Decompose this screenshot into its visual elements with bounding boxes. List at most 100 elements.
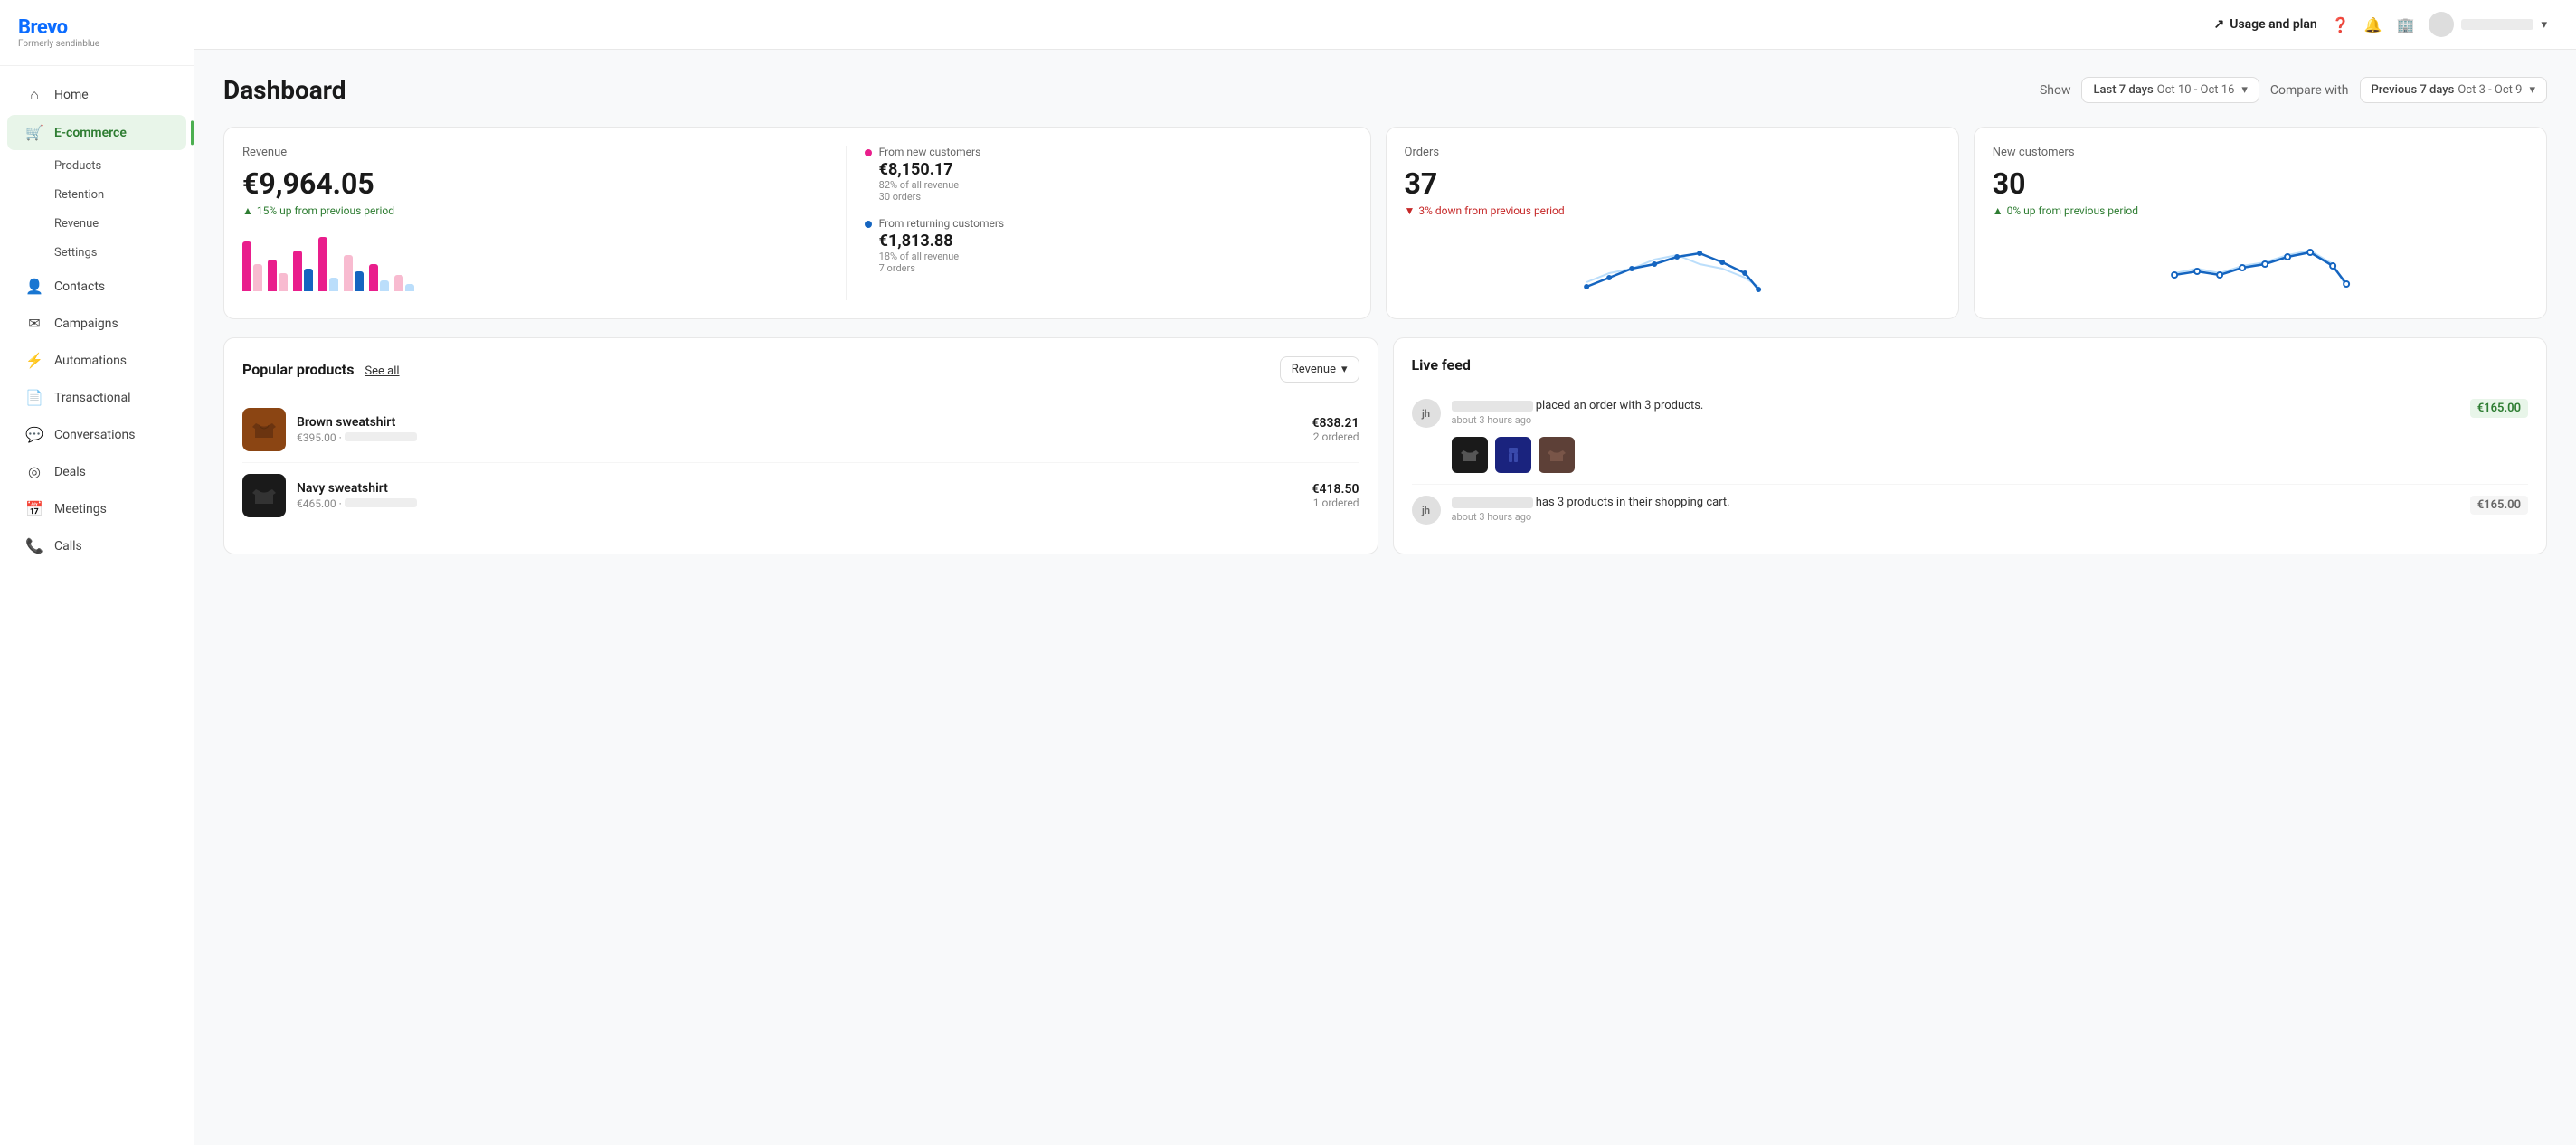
bar-light-pink (253, 264, 262, 291)
user-menu[interactable]: ▾ (2429, 12, 2547, 37)
product-image (242, 474, 286, 517)
calls-icon: 📞 (25, 537, 43, 554)
returning-customer-details: From returning customers €1,813.88 18% o… (879, 217, 1004, 274)
orders-card: Orders 37 ▼ 3% down from previous period (1386, 127, 1959, 319)
sidebar-item-ecommerce[interactable]: 🛒 E-commerce (7, 115, 186, 150)
username-blur (2461, 19, 2533, 30)
sidebar-subitem-products[interactable]: Products (7, 152, 186, 180)
revenue-change: ▲ 15% up from previous period (242, 204, 828, 217)
popular-products-card: Popular products See all Revenue ▾ (223, 337, 1378, 554)
see-all-link[interactable]: See all (365, 364, 399, 378)
compare-selector[interactable]: Previous 7 days Oct 3 - Oct 9 ▾ (2360, 77, 2548, 103)
sidebar-item-transactional[interactable]: 📄 Transactional (7, 380, 186, 415)
sidebar-subitem-settings[interactable]: Settings (7, 239, 186, 267)
sidebar: Brevo Formerly sendinblue ⌂ Home 🛒 E-com… (0, 0, 194, 1145)
sidebar-item-label: Deals (54, 465, 86, 479)
product-name: Navy sweatshirt (297, 481, 1302, 496)
meetings-icon: 📅 (25, 500, 43, 517)
ecommerce-icon: 🛒 (25, 124, 43, 141)
dashboard-header: Dashboard Show Last 7 days Oct 10 - Oct … (223, 75, 2547, 105)
blurred-sku (345, 432, 417, 441)
bar-group (293, 251, 313, 291)
bar-light-blue (405, 284, 414, 291)
sidebar-item-label: Transactional (54, 391, 131, 405)
bar-pink (369, 264, 378, 291)
bell-icon[interactable]: 🔔 (2364, 16, 2382, 33)
sidebar-item-automations[interactable]: ⚡ Automations (7, 343, 186, 378)
logo-subtitle: Formerly sendinblue (18, 39, 175, 49)
feed-product-img (1495, 437, 1531, 473)
sidebar-item-label: Conversations (54, 428, 135, 442)
feed-card-title: Live feed (1412, 356, 1471, 374)
bar-light-pink (394, 275, 403, 291)
sidebar-item-campaigns[interactable]: ✉ Campaigns (7, 306, 186, 341)
feed-item: jh has 3 products in their shopping cart… (1412, 485, 2529, 535)
bar-group (344, 255, 364, 291)
building-icon[interactable]: 🏢 (2397, 16, 2415, 33)
orders-change-text: 3% down from previous period (1418, 204, 1564, 217)
revenue-main: Revenue €9,964.05 ▲ 15% up from previous… (242, 146, 847, 300)
contacts-icon: 👤 (25, 278, 43, 295)
sort-label: Revenue (1292, 363, 1336, 376)
bar-light-pink (344, 255, 353, 291)
feed-item-header: jh has 3 products in their shopping cart… (1412, 496, 2529, 525)
sidebar-subitem-revenue[interactable]: Revenue (7, 210, 186, 238)
feed-product-images (1452, 437, 2529, 473)
sidebar-item-label: E-commerce (54, 126, 127, 140)
bar-blue (304, 269, 313, 291)
page-title: Dashboard (223, 75, 346, 105)
usage-plan-button[interactable]: ↗ Usage and plan (2214, 17, 2317, 32)
feed-product-img (1452, 437, 1488, 473)
avatar (2429, 12, 2454, 37)
logo-area: Brevo Formerly sendinblue (0, 0, 194, 66)
sweatshirt-icon (251, 482, 278, 509)
revenue-label: Revenue (242, 146, 828, 159)
help-icon[interactable]: ❓ (2332, 16, 2350, 33)
pants-icon (1503, 445, 1523, 465)
new-customers-chart (1993, 228, 2528, 300)
sidebar-item-contacts[interactable]: 👤 Contacts (7, 269, 186, 304)
new-customers-value: €8,150.17 (879, 160, 981, 179)
feed-action: has 3 products in their shopping cart. (1536, 496, 1730, 509)
sub-item-label: Settings (54, 246, 97, 260)
product-revenue: €838.21 (1312, 416, 1359, 431)
revenue-breakdown: From new customers €8,150.17 82% of all … (847, 146, 1352, 300)
tshirt-icon (1460, 445, 1480, 465)
sidebar-item-deals[interactable]: ◎ Deals (7, 454, 186, 489)
sort-dropdown[interactable]: Revenue ▾ (1280, 356, 1359, 383)
bar-group (242, 241, 262, 291)
product-price: €395.00 · (297, 431, 1302, 444)
trending-icon: ↗ (2214, 17, 2225, 32)
new-customers-meta1: 82% of all revenue (879, 179, 981, 191)
sweatshirt-icon (251, 416, 278, 443)
sidebar-subitem-retention[interactable]: Retention (7, 181, 186, 209)
sidebar-item-label: Automations (54, 354, 127, 368)
dashboard-controls: Show Last 7 days Oct 10 - Oct 16 ▾ Compa… (2040, 77, 2547, 103)
revenue-card: Revenue €9,964.05 ▲ 15% up from previous… (223, 127, 1371, 319)
transactional-icon: 📄 (25, 389, 43, 406)
page-content: Dashboard Show Last 7 days Oct 10 - Oct … (194, 50, 2576, 1145)
product-orders: 2 ordered (1312, 431, 1359, 443)
bar-blue (355, 271, 364, 291)
conversations-icon: 💬 (25, 426, 43, 443)
sidebar-item-label: Meetings (54, 502, 107, 516)
bar-group (394, 275, 414, 291)
sidebar-item-home[interactable]: ⌂ Home (7, 77, 186, 113)
product-orders: 1 ordered (1312, 497, 1359, 509)
show-label: Show (2040, 83, 2071, 98)
sidebar-item-meetings[interactable]: 📅 Meetings (7, 491, 186, 526)
sidebar-item-label: Calls (54, 539, 82, 554)
sidebar-item-label: Contacts (54, 279, 105, 294)
product-stats: €418.50 1 ordered (1312, 482, 1359, 509)
new-customers-card-label: New customers (1993, 146, 2528, 159)
bar-group (318, 237, 338, 291)
deals-icon: ◎ (25, 463, 43, 480)
returning-customers-revenue: From returning customers €1,813.88 18% o… (865, 217, 1352, 274)
period-selector[interactable]: Last 7 days Oct 10 - Oct 16 ▾ (2081, 77, 2259, 103)
sidebar-item-calls[interactable]: 📞 Calls (7, 528, 186, 563)
product-stats: €838.21 2 ordered (1312, 416, 1359, 443)
bottom-grid: Popular products See all Revenue ▾ (223, 337, 2547, 554)
feed-time: about 3 hours ago (1452, 511, 2459, 523)
sidebar-item-conversations[interactable]: 💬 Conversations (7, 417, 186, 452)
main-content: ↗ Usage and plan ❓ 🔔 🏢 ▾ Dashboard Show … (194, 0, 2576, 1145)
